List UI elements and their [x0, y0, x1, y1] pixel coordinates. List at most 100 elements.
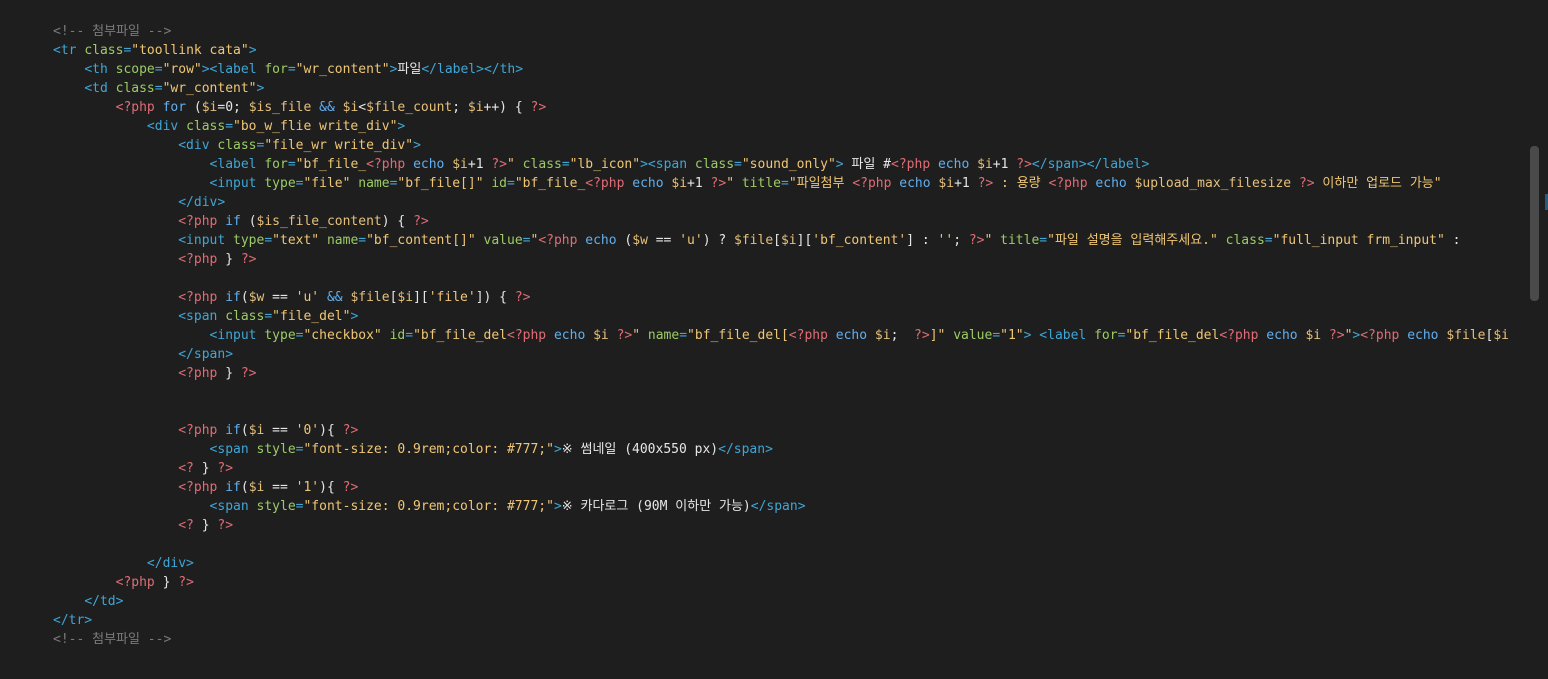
- code-token: <span: [209, 442, 257, 457]
- code-token: "bf_file_del: [1125, 328, 1220, 343]
- code-token: <?php: [178, 480, 226, 495]
- code-token: ==: [272, 480, 296, 495]
- code-line[interactable]: <?php } ?>: [53, 250, 1533, 269]
- code-line[interactable]: </div>: [53, 554, 1533, 573]
- code-token: >: [248, 43, 257, 58]
- code-token: ][: [413, 290, 429, 305]
- code-line[interactable]: [53, 269, 1533, 288]
- code-line[interactable]: </span>: [53, 345, 1533, 364]
- code-token: scope: [115, 62, 155, 77]
- code-token: =: [358, 233, 367, 248]
- code-token: </span>: [178, 347, 234, 362]
- code-line[interactable]: <th scope="row"><label for="wr_content">…: [53, 60, 1533, 79]
- code-token: $file: [350, 290, 390, 305]
- code-token: ) ?: [702, 233, 735, 248]
- code-area[interactable]: <!-- 첨부파일 --> <tr class="toollink cata"> …: [53, 22, 1533, 649]
- code-line[interactable]: <div class="bo_w_flie write_div">: [53, 117, 1533, 136]
- code-line[interactable]: <span style="font-size: 0.9rem;color: #7…: [53, 440, 1533, 459]
- code-line[interactable]: </tr>: [53, 611, 1533, 630]
- vertical-scrollbar-thumb[interactable]: [1530, 146, 1539, 301]
- code-line[interactable]: <tr class="toollink cata">: [53, 41, 1533, 60]
- code-token: "bf_content[]": [366, 233, 476, 248]
- code-token: ?>: [413, 214, 429, 229]
- code-token: =: [507, 176, 515, 191]
- code-token: </span>: [718, 442, 773, 457]
- code-line[interactable]: </div>: [53, 193, 1533, 212]
- code-token: $i: [593, 328, 617, 343]
- code-line[interactable]: <? } ?>: [53, 459, 1533, 478]
- code-token: <?php: [115, 575, 163, 590]
- code-token: 파일 #: [843, 157, 892, 172]
- code-line[interactable]: <?php if($w == 'u' && $file[$i]['file'])…: [53, 288, 1533, 307]
- code-token: class: [217, 138, 257, 153]
- code-token: ){: [319, 480, 343, 495]
- code-line[interactable]: <input type="file" name="bf_file[]" id="…: [53, 174, 1533, 193]
- code-editor[interactable]: <!-- 첨부파일 --> <tr class="toollink cata"> …: [0, 0, 1548, 679]
- code-line[interactable]: [53, 535, 1533, 554]
- code-line[interactable]: <span style="font-size: 0.9rem;color: #7…: [53, 497, 1533, 516]
- code-token: }: [201, 461, 218, 476]
- code-line[interactable]: <!-- 첨부파일 -->: [53, 22, 1533, 41]
- code-line[interactable]: <?php } ?>: [53, 573, 1533, 592]
- code-line[interactable]: <div class="file_wr write_div">: [53, 136, 1533, 155]
- code-token: =: [734, 157, 742, 172]
- code-line[interactable]: <input type="text" name="bf_content[]" v…: [53, 231, 1533, 250]
- code-line[interactable]: <label for="bf_file_<?php echo $i+1 ?>" …: [53, 155, 1533, 174]
- code-token: type: [264, 176, 296, 191]
- code-line[interactable]: <?php if ($is_file_content) { ?>: [53, 212, 1533, 231]
- code-token: '1': [295, 480, 320, 495]
- code-token: 'bf_content': [812, 233, 907, 248]
- code-token: </div>: [146, 556, 194, 571]
- code-line[interactable]: [53, 402, 1533, 421]
- code-line[interactable]: <? } ?>: [53, 516, 1533, 535]
- code-line[interactable]: <?php if($i == '0'){ ?>: [53, 421, 1533, 440]
- code-token: ": [507, 157, 515, 172]
- code-token: ><span: [640, 157, 695, 172]
- code-token: ==: [272, 423, 296, 438]
- code-token: echo: [553, 328, 594, 343]
- code-token: ?>: [1298, 176, 1315, 191]
- code-line[interactable]: <?php if($i == '1'){ ?>: [53, 478, 1533, 497]
- code-line[interactable]: <input type="checkbox" id="bf_file_del<?…: [53, 326, 1533, 345]
- code-token: "bf_file[]": [397, 176, 484, 191]
- code-token: "file": [303, 176, 351, 191]
- code-token: ?>: [616, 328, 633, 343]
- code-line[interactable]: <?php for ($i=0; $is_file && $i<$file_co…: [53, 98, 1533, 117]
- code-line[interactable]: <td class="wr_content">: [53, 79, 1533, 98]
- code-token: "text": [272, 233, 320, 248]
- code-token: $i: [397, 290, 414, 305]
- code-token: ?>: [342, 480, 359, 495]
- code-line[interactable]: <span class="file_del">: [53, 307, 1533, 326]
- code-token: <?: [178, 461, 202, 476]
- code-token: for: [264, 157, 288, 172]
- code-token: +1: [954, 176, 978, 191]
- code-token: <th: [84, 62, 116, 77]
- code-line[interactable]: </td>: [53, 592, 1533, 611]
- code-line[interactable]: <?php } ?>: [53, 364, 1533, 383]
- code-token: $i: [874, 328, 891, 343]
- code-line[interactable]: [53, 383, 1533, 402]
- code-line[interactable]: <!-- 첨부파일 -->: [53, 630, 1533, 649]
- code-token: if: [225, 290, 241, 305]
- code-token: <?php: [1360, 328, 1408, 343]
- code-token: 'u': [679, 233, 703, 248]
- code-token: </span>: [750, 499, 806, 514]
- code-token: $i: [671, 176, 688, 191]
- code-token: (: [240, 423, 249, 438]
- code-token: $file_count: [366, 100, 453, 115]
- code-token: type: [233, 233, 265, 248]
